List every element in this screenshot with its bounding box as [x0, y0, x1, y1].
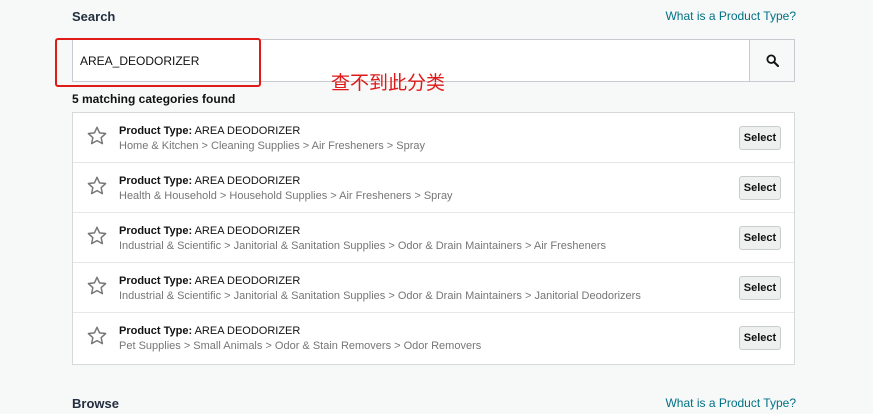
annotation-text: 查不到此分类: [331, 72, 446, 94]
category-path: Health & Household > Household Supplies …: [119, 190, 453, 202]
category-path: Industrial & Scientific > Janitorial & S…: [119, 240, 606, 252]
star-icon[interactable]: [86, 175, 108, 197]
search-section-title: Search: [72, 9, 116, 24]
select-button[interactable]: Select: [739, 226, 781, 250]
star-icon[interactable]: [86, 125, 108, 147]
category-path: Industrial & Scientific > Janitorial & S…: [119, 290, 641, 302]
category-path: Home & Kitchen > Cleaning Supplies > Air…: [119, 140, 426, 152]
result-row: Product Type: AREA DEODORIZER Home & Kit…: [73, 113, 794, 163]
select-button[interactable]: Select: [739, 276, 781, 300]
product-type-value: AREA DEODORIZER: [194, 225, 301, 237]
search-button[interactable]: [749, 40, 794, 81]
star-icon[interactable]: [86, 225, 108, 247]
product-type-label: Product Type:: [119, 275, 193, 287]
product-type-value: AREA DEODORIZER: [194, 175, 301, 187]
match-count: 5 matching categories found: [72, 92, 236, 106]
result-row: Product Type: AREA DEODORIZER Industrial…: [73, 213, 794, 263]
product-type-value: AREA DEODORIZER: [194, 325, 301, 337]
search-icon: [765, 54, 779, 67]
product-type: Product Type: AREA DEODORIZER: [119, 175, 300, 187]
product-type: Product Type: AREA DEODORIZER: [119, 125, 300, 137]
product-type-label: Product Type:: [119, 175, 193, 187]
annotation-highlight-box: [55, 38, 261, 87]
product-type-label: Product Type:: [119, 125, 193, 137]
product-type-label: Product Type:: [119, 225, 193, 237]
search-help-link[interactable]: What is a Product Type?: [665, 9, 796, 23]
select-button[interactable]: Select: [739, 326, 781, 350]
product-type-value: AREA DEODORIZER: [194, 275, 301, 287]
select-button[interactable]: Select: [739, 176, 781, 200]
product-type: Product Type: AREA DEODORIZER: [119, 325, 300, 337]
product-type-label: Product Type:: [119, 325, 193, 337]
product-type: Product Type: AREA DEODORIZER: [119, 275, 300, 287]
results-list: Product Type: AREA DEODORIZER Home & Kit…: [72, 112, 795, 365]
result-row: Product Type: AREA DEODORIZER Pet Suppli…: [73, 313, 794, 363]
star-icon[interactable]: [86, 275, 108, 297]
category-path: Pet Supplies > Small Animals > Odor & St…: [119, 340, 482, 352]
result-row: Product Type: AREA DEODORIZER Health & H…: [73, 163, 794, 213]
browse-help-link[interactable]: What is a Product Type?: [665, 396, 796, 410]
product-type-value: AREA DEODORIZER: [194, 125, 301, 137]
star-icon[interactable]: [86, 325, 108, 347]
product-type: Product Type: AREA DEODORIZER: [119, 225, 300, 237]
select-button[interactable]: Select: [739, 126, 781, 150]
result-row: Product Type: AREA DEODORIZER Industrial…: [73, 263, 794, 313]
browse-section-title: Browse: [72, 396, 119, 411]
